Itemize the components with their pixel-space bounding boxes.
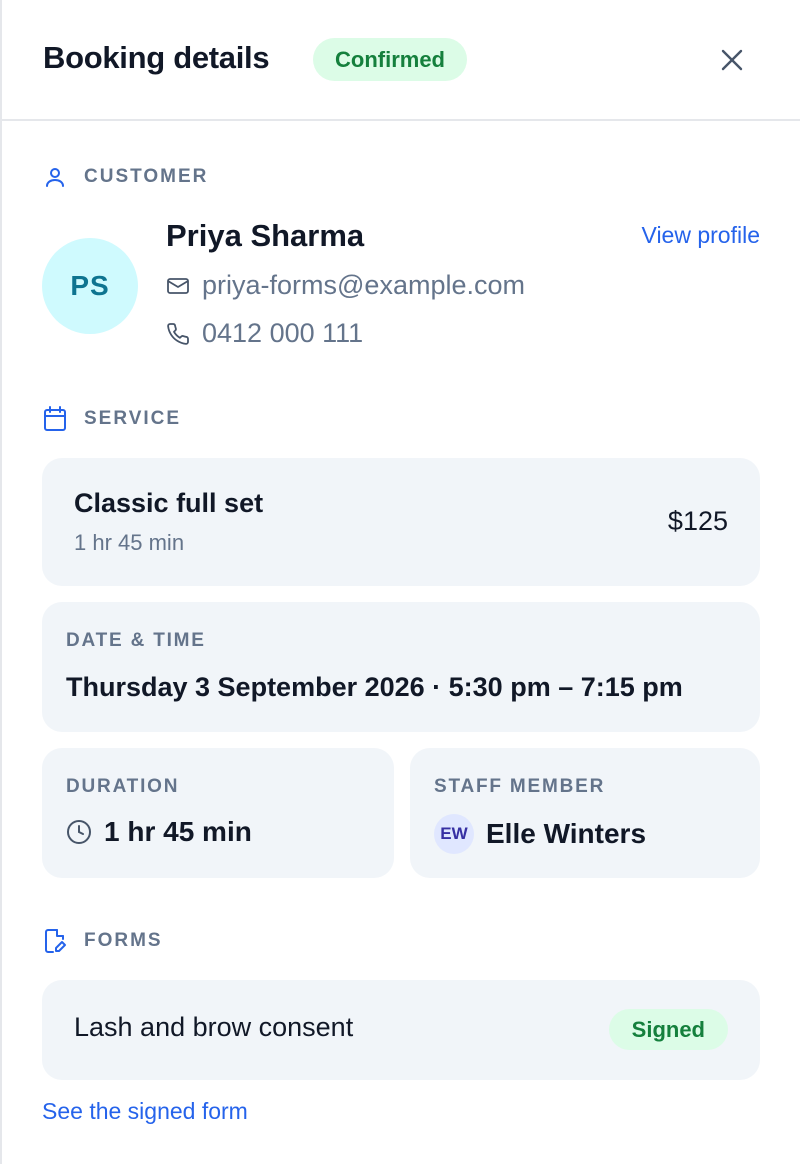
customer-email-row: priya-forms@example.com: [166, 270, 525, 301]
staff-value-row: EW Elle Winters: [434, 814, 646, 854]
duration-card: DURATION 1 hr 45 min: [42, 748, 394, 878]
staff-name: Elle Winters: [486, 818, 647, 849]
view-profile-link[interactable]: View profile: [642, 222, 760, 249]
phone-icon: [166, 322, 190, 346]
service-price: $125: [667, 506, 728, 536]
datetime-card: DATE & TIME Thursday 3 September 2026 · …: [42, 602, 760, 732]
form-edit-icon: [42, 928, 68, 954]
service-name: Classic full set: [74, 488, 264, 518]
customer-avatar: PS: [42, 238, 138, 334]
forms-section-header: FORMS: [42, 928, 163, 954]
duration-label: DURATION: [66, 776, 180, 797]
customer-name: Priya Sharma: [166, 218, 365, 253]
mail-icon: [166, 274, 190, 298]
duration-value: 1 hr 45 min: [104, 816, 252, 847]
panel-left-border: [0, 0, 2, 1164]
staff-avatar: EW: [434, 814, 474, 854]
panel-header: Booking details Confirmed: [2, 0, 800, 121]
datetime-value: Thursday 3 September 2026 · 5:30 pm – 7:…: [66, 672, 683, 702]
customer-email: priya-forms@example.com: [202, 270, 525, 300]
staff-label: STAFF MEMBER: [434, 776, 606, 797]
see-signed-form-link[interactable]: See the signed form: [42, 1098, 248, 1125]
close-button[interactable]: [714, 42, 750, 78]
staff-card: STAFF MEMBER EW Elle Winters: [410, 748, 760, 878]
service-card: Classic full set 1 hr 45 min $125: [42, 458, 760, 586]
service-duration: 1 hr 45 min: [74, 530, 185, 555]
form-name: Lash and brow consent: [74, 1012, 354, 1042]
form-status-badge: Signed: [608, 1009, 728, 1050]
clock-icon: [66, 819, 92, 845]
duration-value-row: 1 hr 45 min: [66, 816, 252, 848]
customer-section-label: CUSTOMER: [84, 166, 209, 187]
service-section-label: SERVICE: [84, 408, 182, 429]
form-item[interactable]: Lash and brow consent Signed: [42, 980, 760, 1080]
calendar-icon: [42, 406, 68, 432]
status-badge: Confirmed: [313, 38, 467, 81]
customer-phone-row: 0412 000 111: [166, 318, 363, 349]
datetime-label: DATE & TIME: [66, 630, 206, 651]
forms-section-label: FORMS: [84, 930, 163, 951]
service-section-header: SERVICE: [42, 406, 181, 432]
user-icon: [42, 164, 68, 190]
close-icon: [721, 49, 743, 71]
customer-section-header: CUSTOMER: [42, 164, 208, 190]
page-title: Booking details: [43, 40, 270, 75]
customer-phone: 0412 000 111: [202, 318, 364, 348]
